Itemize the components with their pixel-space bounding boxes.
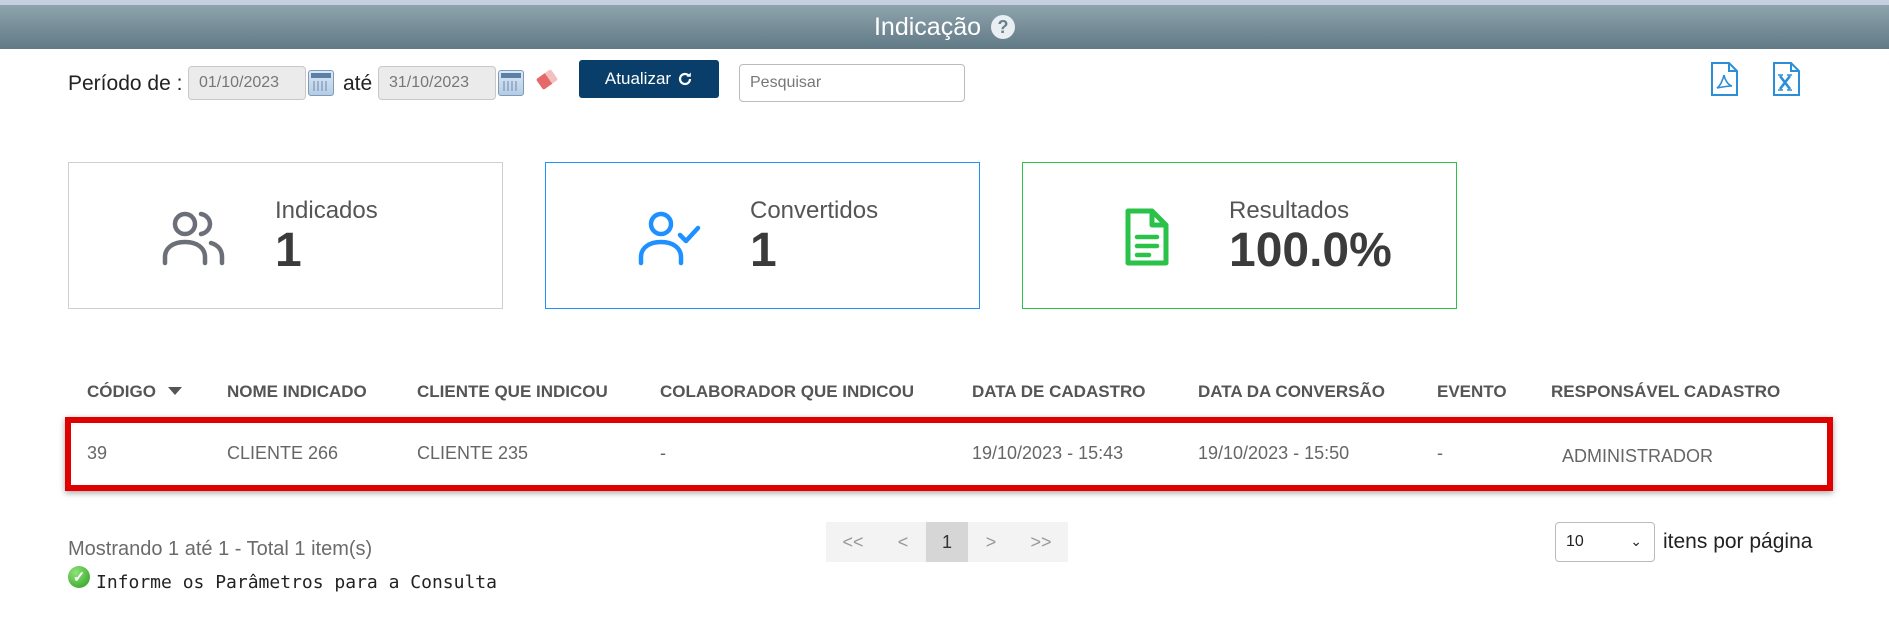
cell-colaborador-que-indicou: - (660, 443, 666, 463)
column-header-codigo[interactable]: CÓDIGO (87, 382, 182, 402)
file-text-icon (1125, 208, 1169, 266)
user-check-icon (638, 211, 701, 266)
first-page-button[interactable]: << (826, 522, 880, 562)
card-convertidos: Convertidos 1 (545, 162, 980, 309)
prev-page-button[interactable]: < (880, 522, 926, 562)
column-header-colaborador-que-indicou[interactable]: COLABORADOR QUE INDICOU (660, 382, 914, 402)
help-icon[interactable]: ? (991, 15, 1016, 39)
info-message: Informe os Parâmetros para a Consulta (96, 572, 497, 593)
until-label: até (343, 72, 373, 95)
cell-data-da-conversao: 19/10/2023 - 15:50 (1198, 443, 1350, 463)
card-convertidos-value: 1 (750, 224, 777, 277)
page-title-bar: Indicação ? (0, 5, 1889, 49)
calendar-to-icon[interactable] (498, 70, 524, 96)
per-page-value: 10 (1566, 533, 1584, 550)
card-resultados-label: Resultados (1229, 197, 1350, 224)
column-header-nome-indicado[interactable]: NOME INDICADO (227, 382, 367, 402)
per-page-select[interactable]: 10 ⌄ (1555, 522, 1655, 562)
card-indicados: Indicados 1 (68, 162, 503, 309)
results-count-text: Mostrando 1 até 1 - Total 1 item(s) (68, 538, 373, 560)
column-header-evento[interactable]: EVENTO (1437, 382, 1507, 402)
page-1-button[interactable]: 1 (926, 522, 968, 562)
per-page-label: itens por página (1663, 530, 1813, 553)
search-input[interactable] (739, 64, 965, 102)
clear-dates-eraser-icon[interactable] (535, 69, 559, 90)
card-resultados-value: 100.0% (1229, 224, 1392, 277)
column-header-data-de-cadastro[interactable]: DATA DE CADASTRO (972, 382, 1145, 402)
cell-responsavel-cadastro: ADMINISTRADOR (1562, 446, 1714, 466)
column-header-data-da-conversao[interactable]: DATA DA CONVERSÃO (1198, 382, 1385, 402)
update-button[interactable]: Atualizar (579, 60, 719, 98)
cell-codigo: 39 (87, 443, 108, 463)
users-icon (162, 211, 225, 266)
cell-cliente-que-indicou: CLIENTE 235 (417, 443, 529, 463)
sort-desc-icon[interactable] (167, 387, 182, 395)
pagination: << < 1 > >> (826, 522, 1068, 562)
check-circle-icon: ✓ (68, 566, 90, 588)
cell-nome-indicado: CLIENTE 266 (227, 443, 339, 463)
card-resultados: Resultados 100.0% (1022, 162, 1457, 309)
excel-icon[interactable] (1771, 62, 1801, 96)
card-indicados-value: 1 (275, 224, 302, 277)
column-header-codigo-label: CÓDIGO (87, 382, 156, 401)
table-header: CÓDIGO NOME INDICADO CLIENTE QUE INDICOU… (0, 382, 1889, 404)
pdf-icon[interactable] (1709, 62, 1739, 96)
refresh-icon (679, 72, 692, 86)
column-header-cliente-que-indicou[interactable]: CLIENTE QUE INDICOU (417, 382, 608, 402)
last-page-button[interactable]: >> (1014, 522, 1068, 562)
cell-data-de-cadastro: 19/10/2023 - 15:43 (972, 443, 1124, 463)
column-header-responsavel-cadastro[interactable]: RESPONSÁVEL CADASTRO (1551, 382, 1780, 402)
update-button-label: Atualizar (604, 69, 672, 88)
chevron-down-icon: ⌄ (1630, 533, 1642, 549)
period-label: Período de : (68, 72, 183, 95)
page-title: Indicação (873, 12, 982, 41)
cell-evento: - (1437, 443, 1443, 463)
calendar-from-icon[interactable] (308, 70, 334, 96)
date-to-input[interactable] (378, 66, 496, 100)
card-indicados-label: Indicados (275, 197, 378, 224)
next-page-button[interactable]: > (968, 522, 1014, 562)
date-from-input[interactable] (188, 66, 306, 100)
card-convertidos-label: Convertidos (750, 197, 879, 224)
